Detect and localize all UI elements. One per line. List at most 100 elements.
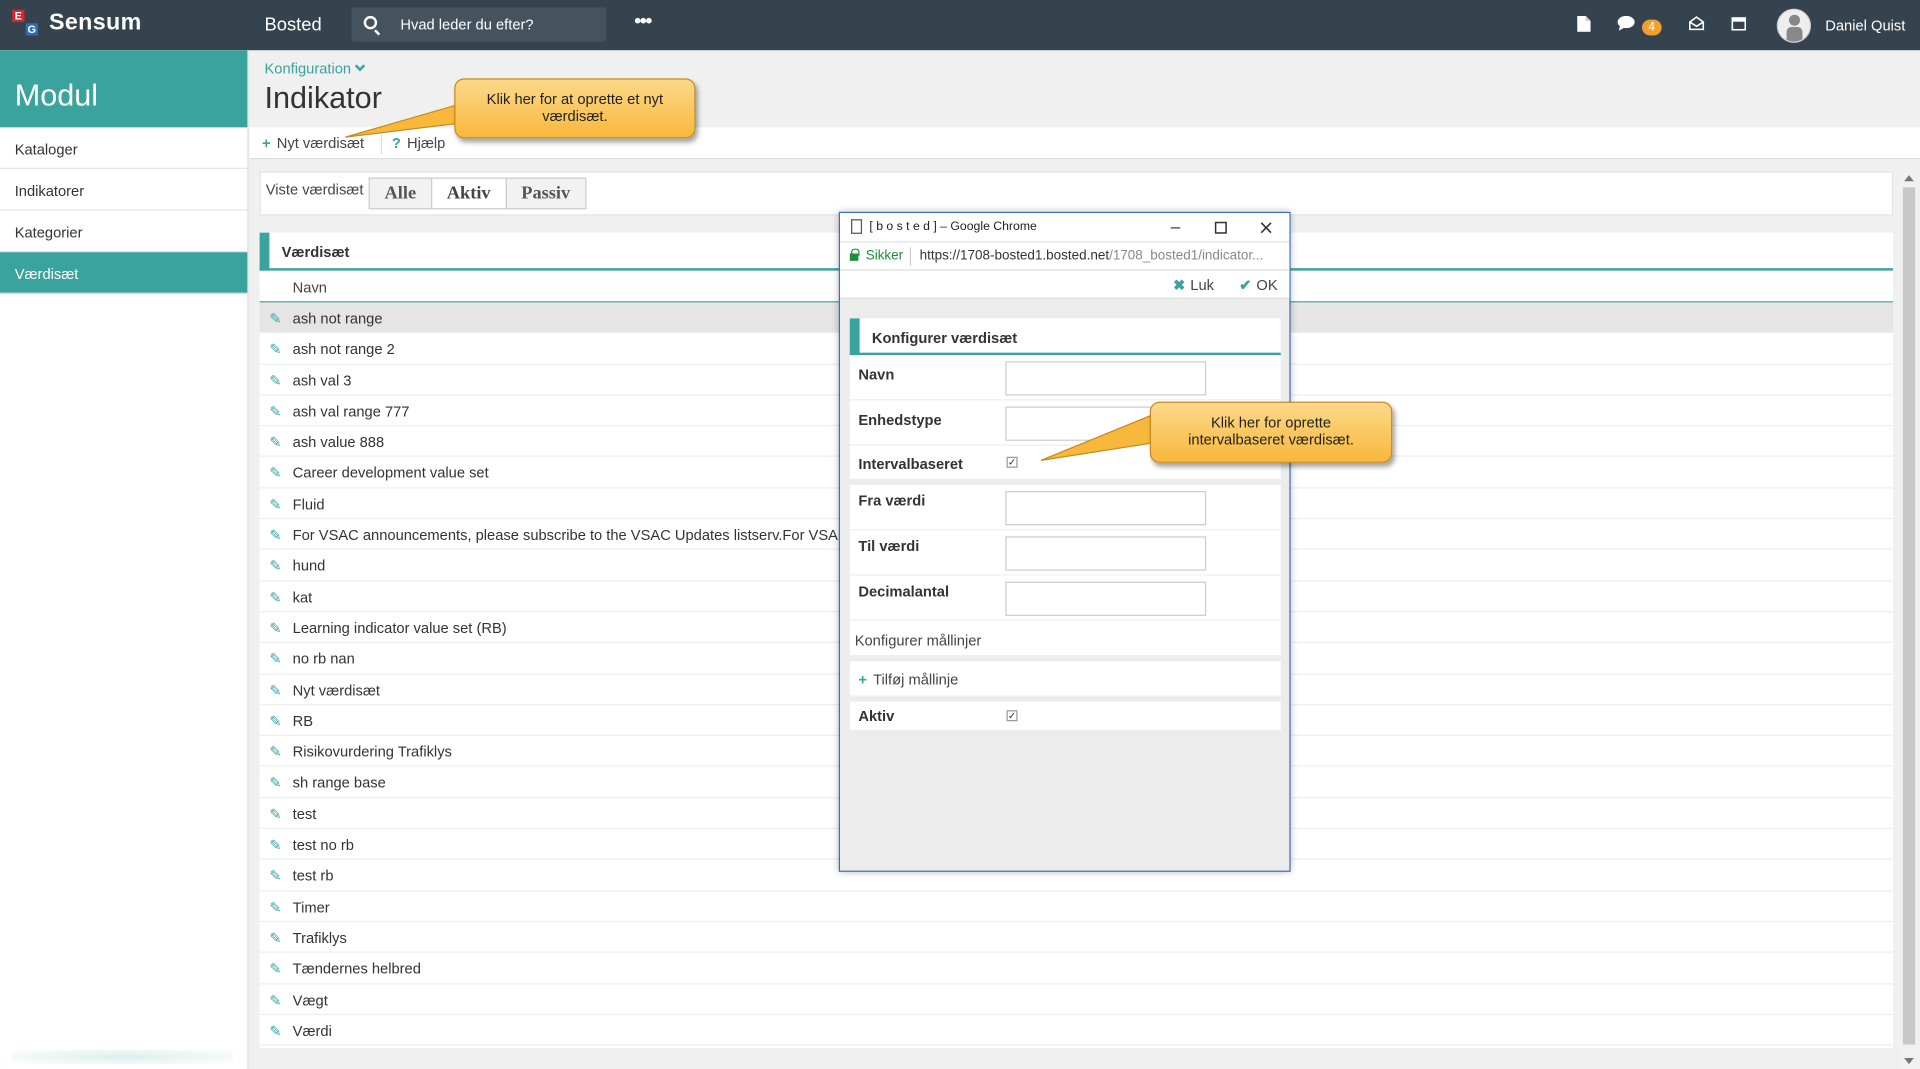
more-menu-button[interactable]: ••• — [634, 11, 652, 33]
pencil-icon[interactable]: ✎ — [269, 991, 281, 1008]
popup-action-bar: ✖ Luk ✔ OK — [840, 270, 1290, 299]
table-row[interactable]: ✎ Tændernes helbred — [259, 953, 1894, 984]
url-text[interactable]: https://1708-bosted1.bosted.net/1708_bos… — [920, 249, 1264, 264]
decimals-row: Decimalantal — [849, 576, 1281, 621]
maximize-icon[interactable] — [1209, 218, 1233, 238]
message-count-badge: 4 — [1642, 18, 1662, 35]
pencil-icon[interactable]: ✎ — [269, 774, 281, 791]
row-name: ash not range 2 — [292, 340, 395, 358]
breadcrumb[interactable]: Konfiguration — [264, 60, 365, 78]
pencil-icon[interactable]: ✎ — [269, 651, 281, 668]
pencil-icon[interactable]: ✎ — [269, 434, 281, 451]
ok-button[interactable]: ✔ OK — [1239, 277, 1277, 294]
top-navigation-bar: E G Sensum Bosted ••• 4 — [0, 0, 1920, 51]
pencil-icon[interactable]: ✎ — [269, 867, 281, 884]
add-target-button[interactable]: + Tilføj mållinje — [849, 661, 1281, 697]
row-name: Timer — [292, 898, 330, 916]
logo-letter-g: G — [25, 23, 38, 36]
scroll-down-icon[interactable] — [1904, 1057, 1914, 1065]
from-value-label: Fra værdi — [858, 492, 926, 510]
popup-address-bar[interactable]: Sikker https://1708-bosted1.bosted.net/1… — [840, 241, 1290, 271]
mail-icon[interactable] — [1688, 16, 1704, 34]
logo-letter-e: E — [12, 9, 25, 23]
form-title: Konfigurer værdisæt — [849, 318, 1281, 356]
row-name: ash not range — [292, 309, 383, 327]
filter-active-button[interactable]: Aktiv — [430, 177, 507, 210]
sidebar-heading: Modul — [0, 50, 248, 128]
pencil-icon[interactable]: ✎ — [269, 960, 281, 977]
interval-checkbox[interactable]: ✓ — [1006, 456, 1018, 468]
table-row[interactable]: ✎ Timer — [259, 891, 1894, 922]
logo[interactable]: E G Sensum — [12, 9, 141, 37]
pencil-icon[interactable]: ✎ — [269, 743, 281, 760]
row-name: sh range base — [292, 774, 386, 792]
user-name[interactable]: Daniel Quist — [1825, 17, 1905, 34]
document-icon[interactable] — [1577, 15, 1592, 35]
scroll-thumb[interactable] — [1902, 187, 1916, 1045]
name-row: Navn — [849, 355, 1281, 401]
filter-all-button[interactable]: Alle — [368, 177, 433, 210]
to-value-input[interactable] — [1005, 536, 1207, 571]
plus-icon: + — [858, 671, 867, 689]
close-window-icon[interactable] — [1254, 218, 1278, 238]
pencil-icon[interactable]: ✎ — [269, 682, 281, 699]
pencil-icon[interactable]: ✎ — [269, 310, 281, 327]
pencil-icon[interactable]: ✎ — [269, 620, 281, 637]
app-root: E G Sensum Bosted ••• 4 — [0, 0, 1920, 1069]
scroll-up-icon[interactable] — [1904, 175, 1914, 182]
eg-logo-icon: E G — [12, 9, 39, 37]
active-label: Aktiv — [858, 707, 895, 725]
row-name: kat — [292, 588, 313, 606]
pencil-icon[interactable]: ✎ — [269, 465, 281, 482]
table-row[interactable]: ✎ Trafiklys — [259, 922, 1894, 953]
filter-passive-button[interactable]: Passiv — [505, 177, 587, 210]
pencil-icon[interactable]: ✎ — [269, 372, 281, 389]
table-row[interactable]: ✎ Vægt — [259, 984, 1894, 1015]
pencil-icon[interactable]: ✎ — [269, 929, 281, 946]
sidebar-item-indikatorer[interactable]: Indikatorer — [0, 169, 248, 211]
ok-label: OK — [1256, 276, 1278, 294]
pencil-icon[interactable]: ✎ — [269, 589, 281, 606]
table-row[interactable]: ✎ Værdi — [259, 1015, 1894, 1046]
search-icon[interactable] — [363, 15, 378, 30]
search-input[interactable] — [400, 7, 597, 42]
check-icon: ✔ — [1239, 276, 1252, 294]
messages-button[interactable]: 4 — [1618, 15, 1662, 35]
sidebar-item-kataloger[interactable]: Kataloger — [0, 127, 248, 169]
pencil-icon[interactable]: ✎ — [269, 341, 281, 358]
pencil-icon[interactable]: ✎ — [269, 898, 281, 915]
pencil-icon[interactable]: ✎ — [269, 558, 281, 575]
to-value-row: Til værdi — [849, 530, 1281, 576]
page-scrollbar[interactable] — [1897, 170, 1920, 1069]
secure-label: Sikker — [865, 248, 904, 264]
active-checkbox[interactable]: ✓ — [1006, 710, 1018, 722]
calendar-icon[interactable] — [1731, 16, 1746, 34]
breadcrumb-label: Konfiguration — [264, 60, 352, 78]
popup-window-title: [ b o s t e d ] – Google Chrome — [869, 220, 1037, 234]
sidebar-decoration — [12, 1049, 233, 1065]
pencil-icon[interactable]: ✎ — [269, 805, 281, 822]
popup-titlebar: [ b o s t e d ] – Google Chrome – — [840, 213, 1290, 242]
pencil-icon[interactable]: ✎ — [269, 403, 281, 420]
pencil-icon[interactable]: ✎ — [269, 712, 281, 729]
sidebar-item-vaerdisaet[interactable]: Værdisæt — [0, 252, 248, 294]
from-value-input[interactable] — [1005, 491, 1207, 526]
minimize-icon[interactable]: – — [1163, 217, 1187, 237]
active-row: Aktiv ✓ — [849, 702, 1281, 732]
row-name: Trafiklys — [292, 929, 347, 947]
name-input[interactable] — [1005, 361, 1207, 396]
close-button[interactable]: ✖ Luk — [1173, 277, 1214, 294]
page-icon — [851, 219, 863, 234]
row-name: Værdi — [292, 1022, 332, 1040]
search-box[interactable] — [351, 7, 607, 42]
pencil-icon[interactable]: ✎ — [269, 496, 281, 513]
app-name[interactable]: Bosted — [264, 15, 321, 36]
pencil-icon[interactable]: ✎ — [269, 527, 281, 544]
sidebar-item-kategorier[interactable]: Kategorier — [0, 211, 248, 253]
row-name: test no rb — [292, 836, 354, 854]
user-avatar[interactable] — [1776, 7, 1811, 43]
decimals-input[interactable] — [1005, 581, 1207, 616]
pencil-icon[interactable]: ✎ — [269, 836, 281, 853]
pencil-icon[interactable]: ✎ — [269, 1022, 281, 1039]
row-name: ash val range 777 — [292, 402, 410, 420]
